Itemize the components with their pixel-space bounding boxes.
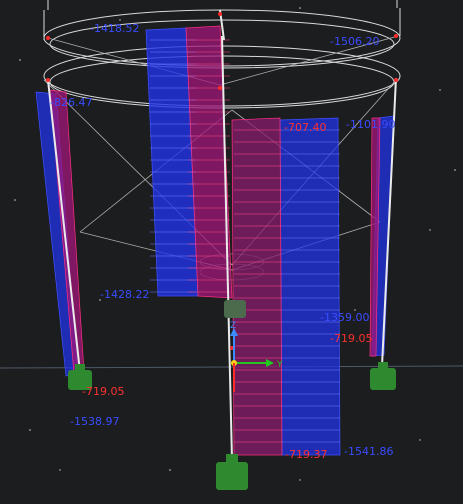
force-diagram-front-magenta[interactable] — [231, 117, 283, 456]
label-mid-left: -1428.22 — [100, 288, 149, 301]
label-top-right: -1506.20 — [330, 35, 379, 48]
label-left-upper: -826.47 — [50, 96, 92, 109]
axis-y-label: Y — [276, 360, 283, 370]
label-bottom-red: -719.37 — [285, 448, 327, 461]
label-top-left: -1418.52 — [90, 22, 139, 35]
force-diagram-front-blue[interactable] — [279, 117, 341, 456]
label-bottom-blue: -1541.86 — [344, 445, 393, 458]
3d-model-viewport[interactable]: Z Y -1418.52 -1506.20 -826.47 -707.40 -1… — [0, 0, 463, 500]
label-bottom-left-blue: -1538.97 — [70, 415, 119, 428]
label-mid-blue: -1101.90 — [346, 118, 395, 131]
support-back[interactable] — [224, 300, 246, 318]
label-mid-right-red: -719.05 — [330, 332, 372, 345]
label-bottom-left-red: -719.05 — [82, 385, 124, 398]
model-canvas[interactable]: Z Y -1418.52 -1506.20 -826.47 -707.40 -1… — [0, 0, 463, 500]
label-mid-red: -707.40 — [284, 121, 326, 134]
label-mid-right-blue: -1359.00 — [320, 311, 369, 324]
axis-z-label: Z — [230, 321, 236, 331]
